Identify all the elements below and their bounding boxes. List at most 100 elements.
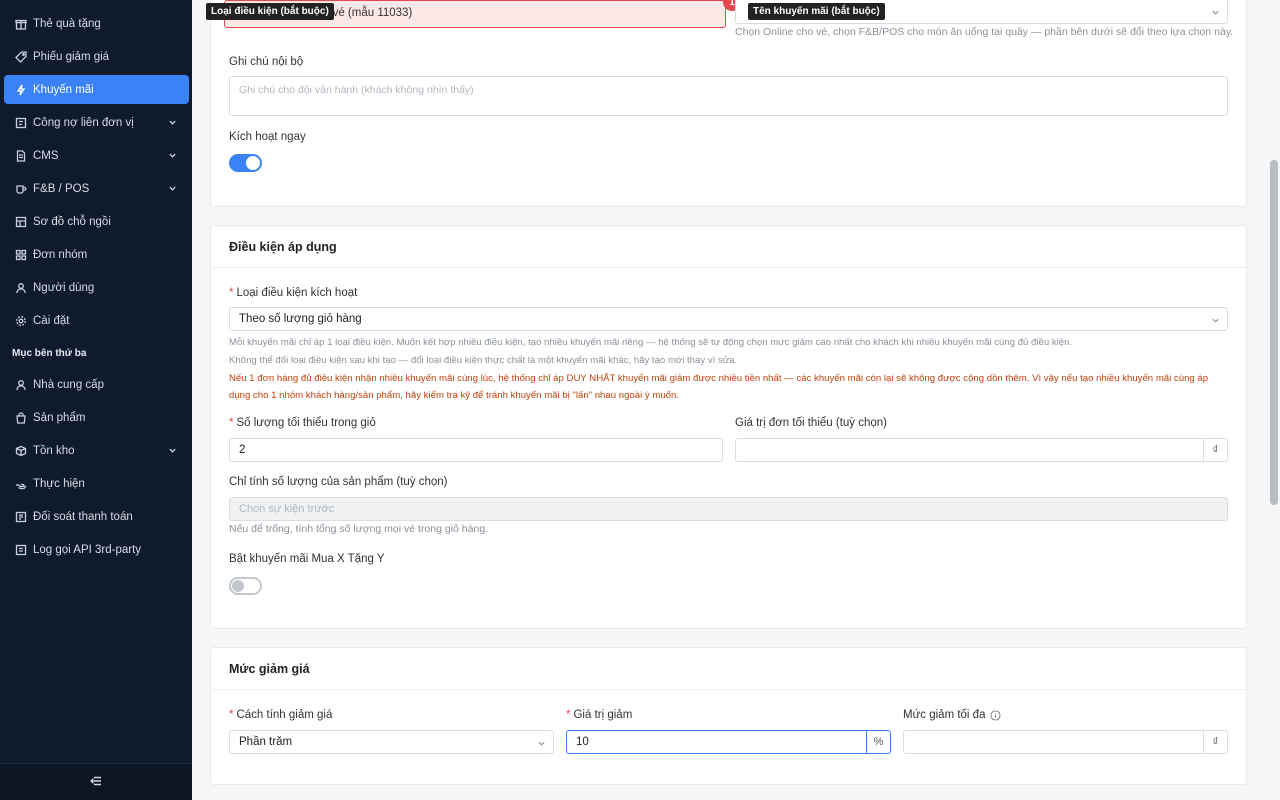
- sidebar-item-inter-unit-debt[interactable]: Công nợ liên đơn vị: [4, 108, 189, 137]
- min-qty-input[interactable]: 2: [229, 438, 723, 462]
- sidebar-item-label: Đối soát thanh toán: [33, 510, 133, 523]
- collapse-sidebar-button[interactable]: [0, 763, 192, 800]
- min-order-label: Giá trị đơn tối thiểu (tuỳ chọn): [735, 417, 887, 429]
- document-icon: [15, 149, 27, 162]
- product-filter-label: Chỉ tính số lượng của sản phẩm (tuỳ chọn…: [229, 476, 448, 488]
- chevron-down-icon: [1211, 8, 1220, 17]
- ledger-icon: [15, 117, 27, 129]
- product-filter-help: Nếu để trống, tính tổng số lượng mọi vé …: [229, 523, 489, 535]
- percent-suffix: %: [866, 731, 890, 753]
- chevron-down-icon: [537, 739, 546, 748]
- sidebar-section-label: Mục bên thứ ba: [12, 348, 87, 359]
- sidebar-item-fnb-pos[interactable]: F&B / POS: [4, 174, 189, 203]
- sidebar-item-payment-reconciliation[interactable]: Đối soát thanh toán: [4, 502, 189, 531]
- chevron-down-icon: [168, 118, 177, 127]
- sidebar-item-cms[interactable]: CMS: [4, 141, 189, 170]
- sidebar-item-settings[interactable]: Cài đặt: [4, 306, 189, 335]
- sidebar-item-label: Đơn nhóm: [33, 248, 88, 261]
- lightning-icon: [15, 84, 27, 96]
- trigger-type-value: Theo số lượng giỏ hàng: [239, 313, 362, 325]
- cup-icon: [15, 183, 27, 195]
- sidebar-item-suppliers[interactable]: Nhà cung cấp: [4, 370, 189, 399]
- buy-x-get-y-label: Bật khuyến mãi Mua X Tặng Y: [229, 553, 385, 565]
- receipt-icon: [15, 511, 27, 523]
- stacking-warning: Nếu 1 đơn hàng đủ điều kiện nhận nhiều k…: [229, 373, 1209, 401]
- user-icon: [15, 282, 27, 294]
- trigger-type-label: * Loại điều kiện kích hoạt: [229, 287, 358, 299]
- trigger-help-2: Không thể đổi loại điều kiện sau khi tạo…: [229, 355, 738, 366]
- log-icon: [15, 544, 27, 556]
- promotion-type-help: Chọn Online cho vé, chọn F&B/POS cho món…: [735, 26, 1234, 38]
- chevron-down-icon: [1211, 316, 1220, 325]
- discount-method-label: * Cách tính giảm giá: [229, 709, 333, 721]
- sidebar-item-label: Sản phẩm: [33, 411, 86, 424]
- hand-icon: [15, 478, 27, 490]
- trigger-type-select[interactable]: Theo số lượng giỏ hàng: [229, 307, 1228, 331]
- min-qty-value: 2: [239, 444, 246, 456]
- sidebar-item-fulfillment[interactable]: Thực hiện: [4, 469, 189, 498]
- product-filter-select[interactable]: Chọn sự kiện trước: [229, 497, 1228, 521]
- bag-icon: [15, 411, 27, 424]
- conditions-card-title: Điều kiện áp dụng: [211, 226, 1246, 268]
- gift-icon: [15, 18, 27, 30]
- toggle-knob: [232, 580, 244, 592]
- max-discount-input[interactable]: ₫: [903, 730, 1228, 754]
- discount-value: 10: [576, 736, 589, 748]
- internal-note-textarea[interactable]: Ghi chú cho đội vận hành (khách không nh…: [229, 76, 1228, 116]
- sidebar-item-users[interactable]: Người dùng: [4, 273, 189, 302]
- trigger-help-1: Mỗi khuyến mãi chỉ áp 1 loại điều kiện. …: [229, 337, 1073, 348]
- user-icon: [15, 379, 27, 391]
- discount-method-select[interactable]: Phần trăm: [229, 730, 554, 754]
- sidebar-item-label: Nhà cung cấp: [33, 378, 104, 391]
- sidebar-item-label: Tồn kho: [33, 444, 75, 457]
- discount-value-label: * Giá trị giảm: [566, 709, 633, 721]
- internal-note-placeholder: Ghi chú cho đội vận hành (khách không nh…: [239, 84, 474, 96]
- page-scrollbar[interactable]: [1270, 160, 1278, 505]
- sidebar-item-label: Sơ đồ chỗ ngồi: [33, 215, 111, 228]
- toggle-knob: [246, 156, 260, 170]
- grid-icon: [15, 249, 27, 261]
- currency-suffix: ₫: [1203, 439, 1227, 461]
- internal-note-label: Ghi chú nội bộ: [229, 56, 304, 68]
- sidebar-item-label: Thực hiện: [33, 477, 85, 490]
- min-order-input[interactable]: ₫: [735, 438, 1228, 462]
- seat-map-icon: [15, 216, 27, 228]
- min-qty-label: * Số lượng tối thiểu trong giỏ: [229, 417, 376, 429]
- info-icon[interactable]: [990, 709, 1002, 721]
- sidebar-item-label: Cài đặt: [33, 314, 70, 327]
- sidebar-item-label: Phiếu giảm giá: [33, 50, 110, 63]
- tooltip-promotion-name: Tên khuyến mãi (bắt buộc): [748, 3, 885, 20]
- discount-method-value: Phần trăm: [239, 736, 293, 748]
- activate-now-toggle[interactable]: [229, 154, 262, 172]
- discount-card-title: Mức giảm giá: [211, 648, 1246, 690]
- activate-now-label: Kích hoạt ngay: [229, 131, 306, 143]
- sidebar-item-promotions[interactable]: Khuyến mãi: [4, 75, 189, 104]
- chevron-down-icon: [168, 151, 177, 160]
- currency-suffix: ₫: [1203, 731, 1227, 753]
- buy-x-get-y-toggle[interactable]: [229, 577, 262, 595]
- promotion-name-value: 2 vé (mẫu 11033): [323, 7, 413, 19]
- sidebar: Thẻ quà tặng Phiếu giảm giá Khuyến mãi C…: [0, 0, 192, 800]
- sidebar-item-gift-cards[interactable]: Thẻ quà tặng: [4, 9, 189, 38]
- sidebar-item-group-orders[interactable]: Đơn nhóm: [4, 240, 189, 269]
- collapse-menu-icon: [89, 775, 102, 790]
- sidebar-item-label: F&B / POS: [33, 182, 90, 195]
- sidebar-item-label: CMS: [33, 149, 59, 162]
- sidebar-item-api-log[interactable]: Log gọi API 3rd-party: [4, 535, 189, 564]
- product-filter-placeholder: Chọn sự kiện trước: [239, 503, 335, 515]
- sidebar-item-seat-map[interactable]: Sơ đồ chỗ ngồi: [4, 207, 189, 236]
- discount-value-input[interactable]: 10 %: [566, 730, 891, 754]
- box-icon: [15, 445, 27, 457]
- tooltip-condition-type: Loại điều kiện (bắt buộc): [206, 3, 334, 20]
- sidebar-item-products[interactable]: Sản phẩm: [4, 403, 189, 432]
- sidebar-item-inventory[interactable]: Tồn kho: [4, 436, 189, 465]
- sidebar-item-label: Thẻ quà tặng: [33, 17, 101, 30]
- sidebar-item-coupons[interactable]: Phiếu giảm giá: [4, 42, 189, 71]
- sidebar-item-label: Khuyến mãi: [33, 83, 94, 96]
- sidebar-item-label: Người dùng: [33, 281, 95, 294]
- tag-icon: [15, 50, 27, 63]
- chevron-down-icon: [168, 184, 177, 193]
- discount-card: Mức giảm giá: [210, 647, 1247, 785]
- sidebar-item-label: Log gọi API 3rd-party: [33, 543, 142, 556]
- sidebar-item-label: Công nợ liên đơn vị: [33, 116, 134, 129]
